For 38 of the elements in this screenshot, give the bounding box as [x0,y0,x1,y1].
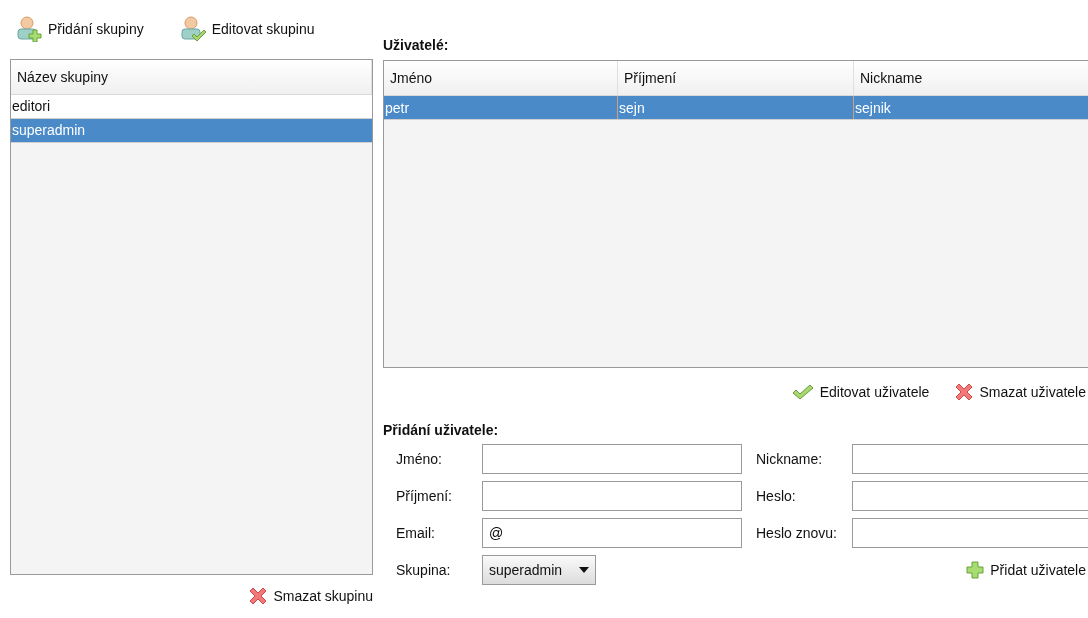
delete-user-button[interactable]: Smazat uživatele [955,383,1086,401]
field-label: Nickname: [756,451,824,467]
column-header[interactable]: Příjmení [618,61,854,95]
group-dropdown[interactable]: superadmin [482,555,596,585]
cross-icon [249,587,268,606]
column-header[interactable]: Nickname [854,61,1088,95]
column-header[interactable]: Název skupiny [11,59,372,94]
section-title: Uživatelé: [383,36,450,55]
input-field[interactable] [482,481,742,511]
add-user-button[interactable]: Přidat uživatele [966,561,1086,579]
input-field[interactable] [852,518,1088,548]
table-cell: sejnik [854,96,1088,119]
plus-icon [966,561,985,579]
group-row[interactable]: editori [11,94,372,119]
delete-group-button[interactable]: Smazat skupinu [249,587,373,606]
column-header[interactable]: Jméno [384,61,618,95]
table-cell: petr [384,96,618,119]
cross-icon [955,383,974,401]
table-cell: sejn [618,96,854,119]
input-field[interactable]: @ [482,518,742,548]
check-icon [791,384,814,400]
field-label: Příjmení: [396,488,453,504]
field-label: Heslo znovu: [756,525,838,541]
field-label: Email: [396,525,436,541]
edit-user-button[interactable]: Editovat uživatele [791,384,930,400]
field-label: Skupina: [396,562,452,578]
input-field[interactable] [852,481,1088,511]
caret-icon [579,567,589,573]
section-title: Přidání uživatele: [383,421,500,440]
input-field[interactable] [852,444,1088,474]
field-label: Jméno: [396,451,443,467]
user-check-icon [179,16,206,43]
user-plus-icon [16,16,42,43]
input-field[interactable] [482,444,742,474]
group-row[interactable]: superadmin [11,118,372,143]
add-group-button[interactable]: Přidání skupiny [16,16,144,43]
field-label: Heslo: [756,488,797,504]
edit-group-button[interactable]: Editovat skupinu [179,16,315,43]
